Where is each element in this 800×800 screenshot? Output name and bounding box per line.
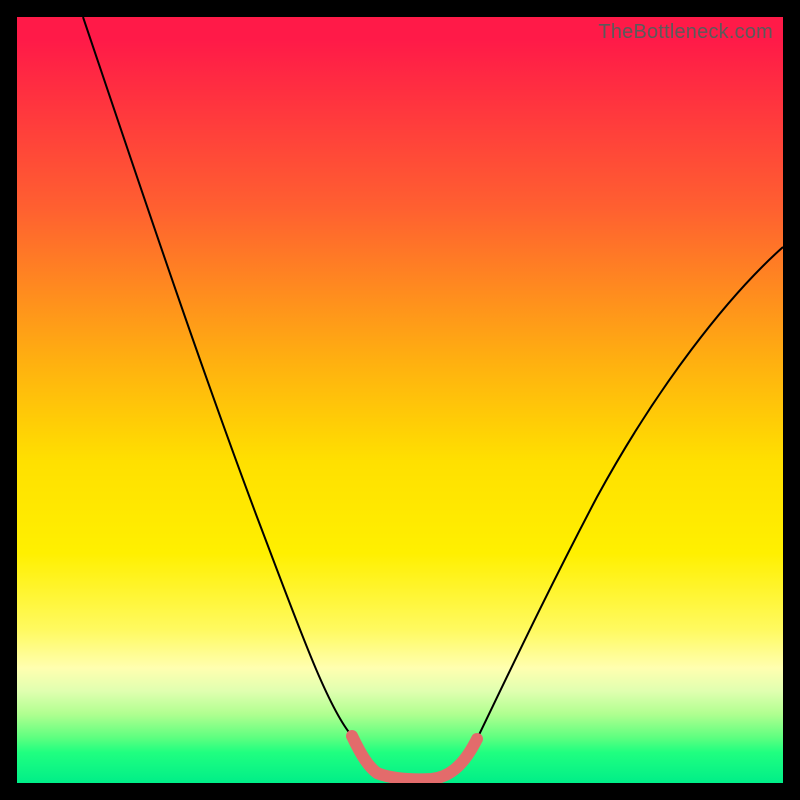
chart-plot-area: TheBottleneck.com bbox=[17, 17, 783, 783]
v-curve-path bbox=[83, 17, 783, 779]
chart-svg bbox=[17, 17, 783, 783]
trough-highlight-path bbox=[352, 736, 477, 779]
